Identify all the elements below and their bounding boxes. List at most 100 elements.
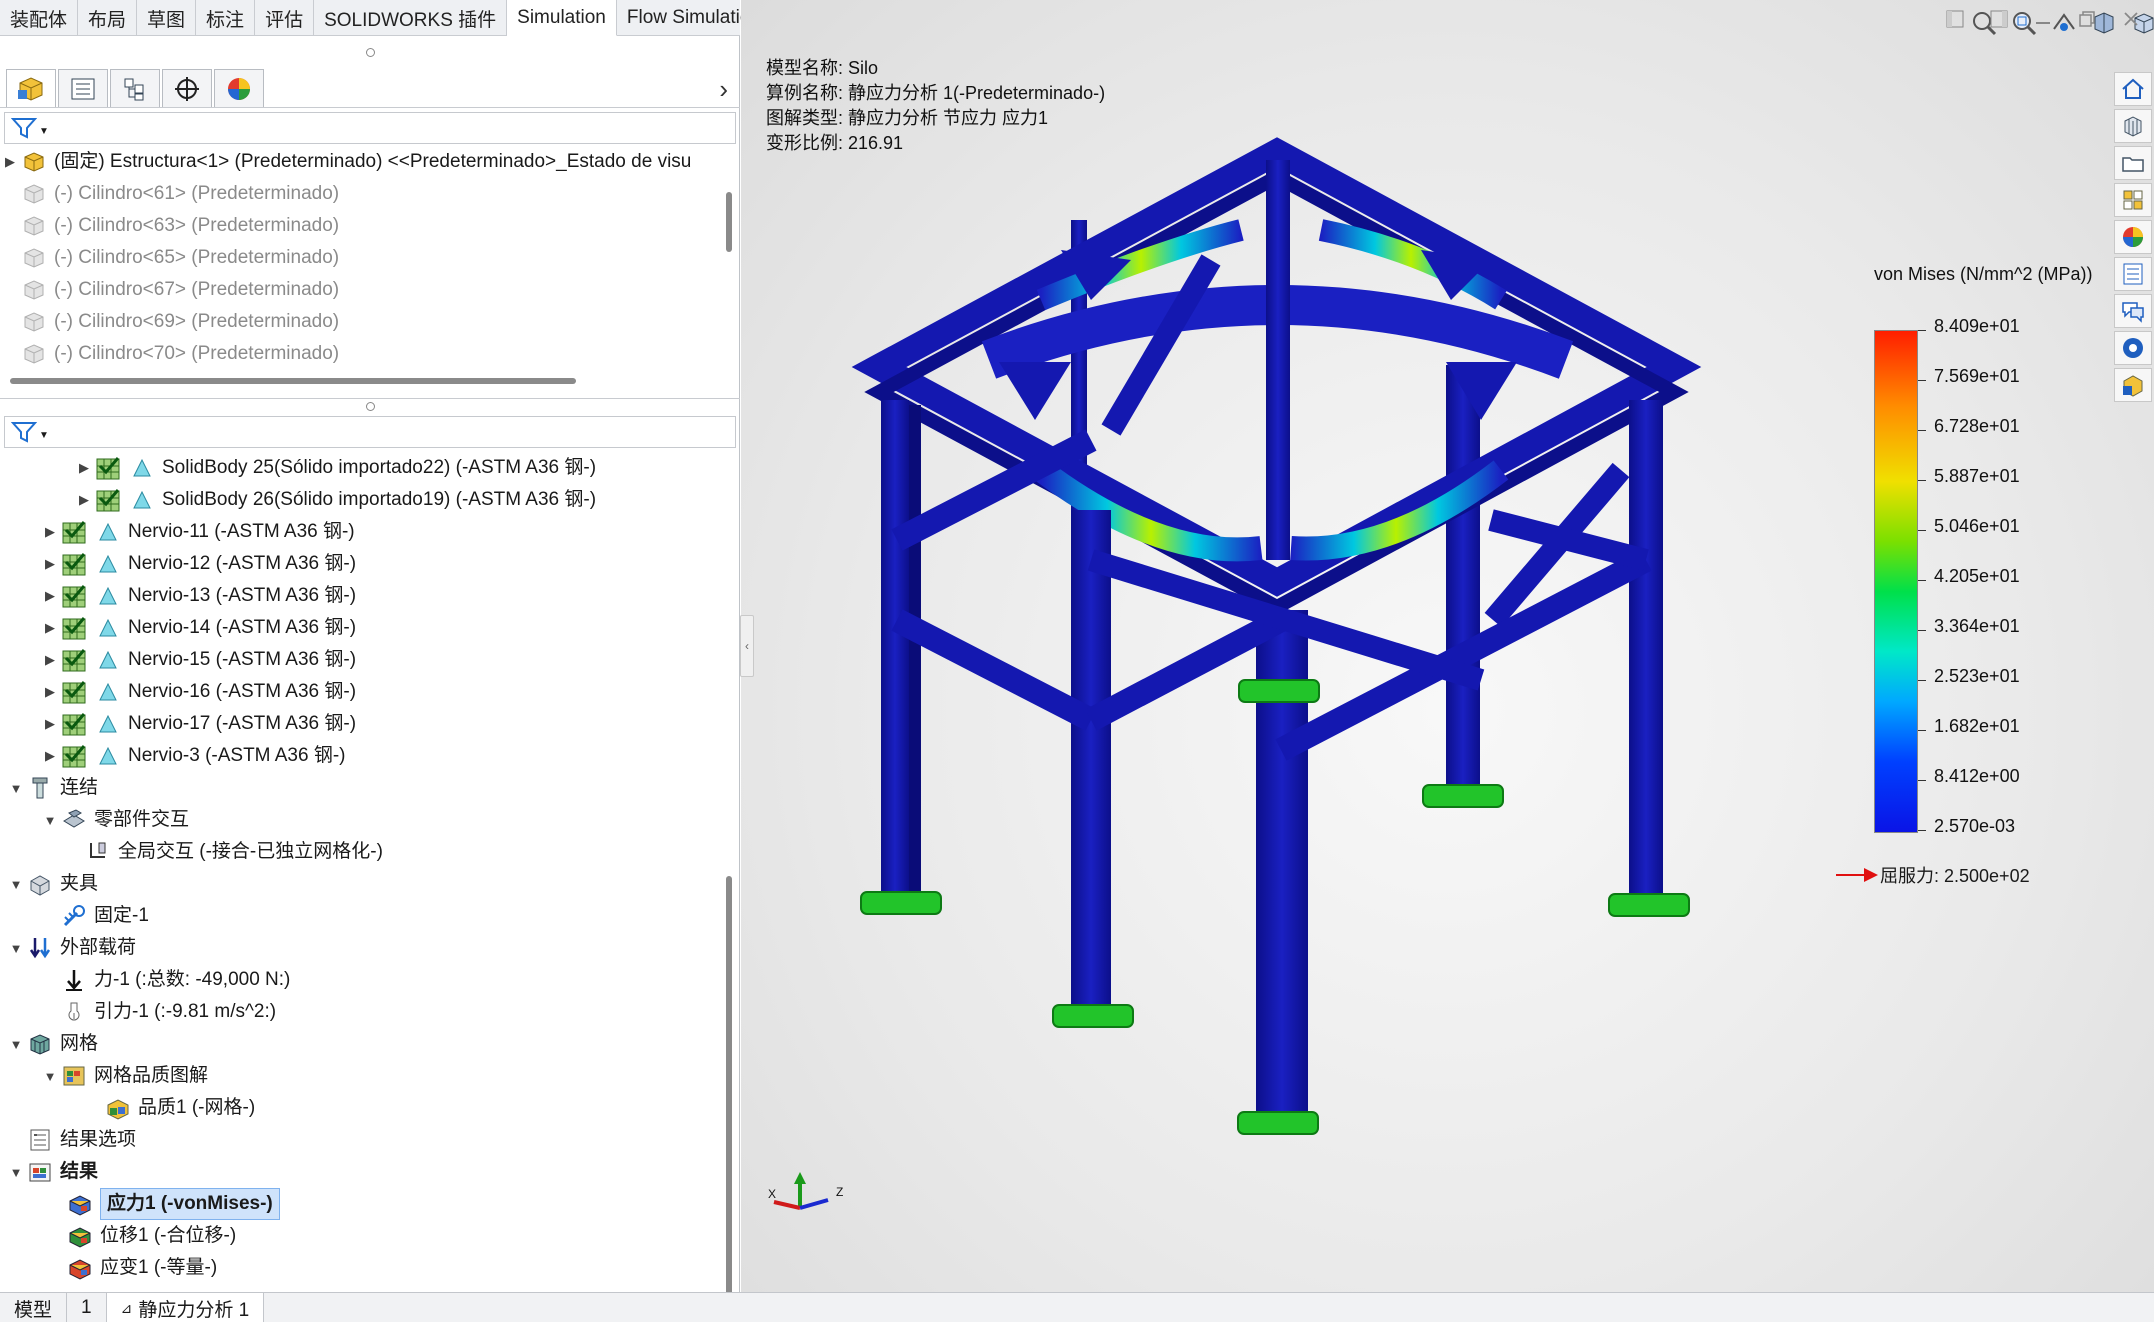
tree-item-label: (-) Cilindro<61> (Predeterminado) bbox=[54, 183, 340, 204]
tab-layout[interactable]: 布局 bbox=[78, 0, 138, 36]
design-library-icon[interactable] bbox=[2114, 109, 2152, 143]
von-mises-color-bar[interactable] bbox=[1874, 330, 1918, 833]
configuration-tab[interactable] bbox=[110, 69, 160, 107]
tree-item-fixtures[interactable]: ▼ 夹具 bbox=[6, 868, 98, 900]
chevron-right-icon[interactable]: › bbox=[719, 74, 728, 105]
tree-item-connections[interactable]: ▼ 连结 bbox=[6, 772, 98, 804]
tree-item-gravity-1[interactable]: 引力-1 (:-9.81 m/s^2:) bbox=[60, 996, 276, 1028]
tab-addins[interactable]: SOLIDWORKS 插件 bbox=[314, 0, 508, 36]
tree-item-solidbody-25[interactable]: ▶ SolidBody 25(Sólido importado22) (-AST… bbox=[74, 452, 596, 484]
tree-item-nervio-14[interactable]: ▶ Nervio-14 (-ASTM A36 钢-) bbox=[40, 612, 356, 644]
tree-item-external-loads[interactable]: ▼ 外部载荷 bbox=[6, 932, 136, 964]
appearances-icon[interactable] bbox=[2114, 220, 2152, 254]
tab-static-study[interactable]: ⊿ 静应力分析 1 bbox=[106, 1293, 265, 1322]
tab-assembly[interactable]: 装配体 bbox=[0, 0, 79, 36]
tree-item-cilindro-69[interactable]: (-) Cilindro<69> (Predeterminado) bbox=[0, 306, 339, 338]
force-arrow-icon bbox=[60, 966, 88, 994]
expand-arrow-icon[interactable]: ▶ bbox=[40, 652, 60, 668]
collapse-arrow-icon[interactable]: ▼ bbox=[40, 1069, 60, 1084]
top-tree-vertical-scrollbar[interactable] bbox=[726, 192, 732, 252]
expand-arrow-icon[interactable]: ▶ bbox=[74, 492, 94, 508]
triad-z-label: Z bbox=[836, 1185, 843, 1199]
tree-item-mesh-quality-plot[interactable]: ▼ 网格品质图解 bbox=[40, 1060, 208, 1092]
expand-arrow-icon[interactable]: ▶ bbox=[40, 524, 60, 540]
top-tree-horizontal-scrollbar[interactable] bbox=[10, 378, 576, 384]
simulation-advisor-icon[interactable] bbox=[2114, 331, 2152, 365]
panel-grip-top[interactable] bbox=[0, 44, 740, 60]
tree-item-nervio-12[interactable]: ▶ Nervio-12 (-ASTM A36 钢-) bbox=[40, 548, 356, 580]
simulation-tree-filter[interactable]: ▼ bbox=[4, 416, 736, 448]
expand-arrow-icon[interactable]: ▶ bbox=[40, 684, 60, 700]
tree-item-strain-1[interactable]: 应变1 (-等量-) bbox=[66, 1252, 217, 1284]
simulation-tree-vertical-scrollbar[interactable] bbox=[726, 876, 732, 1301]
expand-arrow-icon[interactable]: ▶ bbox=[0, 154, 20, 170]
tree-item-mesh[interactable]: ▼ 网格 bbox=[6, 1028, 98, 1060]
collapse-arrow-icon[interactable]: ▼ bbox=[6, 877, 26, 892]
collapse-arrow-icon[interactable]: ▼ bbox=[6, 1037, 26, 1052]
expand-arrow-icon[interactable]: ▶ bbox=[40, 620, 60, 636]
tab-simulation[interactable]: Simulation bbox=[507, 0, 617, 36]
view-palette-icon[interactable] bbox=[2114, 183, 2152, 217]
tree-item-component-interactions[interactable]: ▼ 零部件交互 bbox=[40, 804, 189, 836]
tree-item-cilindro-67[interactable]: (-) Cilindro<67> (Predeterminado) bbox=[0, 274, 339, 306]
feature-tree-tab[interactable] bbox=[6, 69, 56, 107]
tree-item-force-1[interactable]: 力-1 (:总数: -49,000 N:) bbox=[60, 964, 290, 996]
collapse-arrow-icon[interactable]: ▼ bbox=[6, 781, 26, 796]
tree-item-cilindro-65[interactable]: (-) Cilindro<65> (Predeterminado) bbox=[0, 242, 339, 274]
tree-item-label: Nervio-12 (-ASTM A36 钢-) bbox=[128, 553, 357, 574]
tab-model[interactable]: 模型 bbox=[0, 1293, 68, 1322]
close-icon[interactable] bbox=[2118, 6, 2144, 32]
tree-item-nervio-3[interactable]: ▶ Nervio-3 (-ASTM A36 钢-) bbox=[40, 740, 345, 772]
dimxpert-tab[interactable] bbox=[162, 69, 212, 107]
minimize-icon[interactable] bbox=[2030, 6, 2056, 32]
collapse-arrow-icon[interactable]: ▼ bbox=[6, 1165, 26, 1180]
tree-item-cilindro-63[interactable]: (-) Cilindro<63> (Predeterminado) bbox=[0, 210, 339, 242]
home-icon[interactable] bbox=[2114, 72, 2152, 106]
maximize-icon[interactable] bbox=[2074, 6, 2100, 32]
tab-markup[interactable]: 标注 bbox=[196, 0, 256, 36]
tab-motion-study[interactable]: 1 bbox=[67, 1293, 107, 1322]
collapse-arrow-icon[interactable]: ▼ bbox=[6, 941, 26, 956]
forum-icon[interactable] bbox=[2114, 294, 2152, 328]
custom-properties-icon[interactable] bbox=[2114, 257, 2152, 291]
tree-item-global-interaction[interactable]: 全局交互 (-接合-已独立网格化-) bbox=[84, 836, 383, 868]
expand-arrow-icon[interactable]: ▶ bbox=[40, 556, 60, 572]
property-manager-tab[interactable] bbox=[58, 69, 108, 107]
tree-item-cilindro-61[interactable]: (-) Cilindro<61> (Predeterminado) bbox=[0, 178, 339, 210]
file-explorer-icon[interactable] bbox=[2114, 146, 2152, 180]
tree-item-estructura[interactable]: ▶ (固定) Estructura<1> (Predeterminado) <<… bbox=[0, 146, 691, 178]
restore-panel-icon[interactable] bbox=[1942, 6, 1968, 32]
collapse-arrow-icon[interactable]: ▼ bbox=[40, 813, 60, 828]
tree-item-nervio-16[interactable]: ▶ Nervio-16 (-ASTM A36 钢-) bbox=[40, 676, 356, 708]
expand-arrow-icon[interactable]: ▶ bbox=[74, 460, 94, 476]
tree-item-nervio-15[interactable]: ▶ Nervio-15 (-ASTM A36 钢-) bbox=[40, 644, 356, 676]
tree-item-cilindro-70[interactable]: (-) Cilindro<70> (Predeterminado) bbox=[0, 338, 339, 370]
tree-item-nervio-11[interactable]: ▶ Nervio-11 (-ASTM A36 钢-) bbox=[40, 516, 355, 548]
top-tree-filter[interactable]: ▼ bbox=[4, 112, 736, 144]
silo-stress-model[interactable] bbox=[741, 0, 2154, 1292]
tab-sketch[interactable]: 草图 bbox=[137, 0, 197, 36]
panel-collapse-handle[interactable]: ‹ bbox=[740, 615, 754, 677]
tile-panel-icon[interactable] bbox=[1986, 6, 2012, 32]
panel-splitter-grip[interactable] bbox=[0, 398, 740, 414]
tree-item-stress-1[interactable]: 应力1 (-vonMises-) bbox=[66, 1188, 280, 1220]
display-manager-tab[interactable] bbox=[214, 69, 264, 107]
tree-item-quality-1[interactable]: 品质1 (-网格-) bbox=[104, 1092, 255, 1124]
expand-arrow-icon[interactable]: ▶ bbox=[40, 748, 60, 764]
tree-item-result-options[interactable]: 结果选项 bbox=[26, 1124, 136, 1156]
tree-item-nervio-17[interactable]: ▶ Nervio-17 (-ASTM A36 钢-) bbox=[40, 708, 356, 740]
tree-item-solidbody-26[interactable]: ▶ SolidBody 26(Sólido importado19) (-AST… bbox=[74, 484, 596, 516]
assembly-tree: ▶ (固定) Estructura<1> (Predeterminado) <<… bbox=[0, 146, 720, 402]
graphics-viewport[interactable]: ▼ ▼ ▼ ▼ ▼ bbox=[741, 0, 2154, 1292]
study-tab-icon: ⊿ bbox=[120, 1299, 133, 1316]
tab-evaluate[interactable]: 评估 bbox=[255, 0, 315, 36]
solidworks-resources-icon[interactable] bbox=[2114, 368, 2152, 402]
tree-item-label: 应力1 (-vonMises-) bbox=[100, 1188, 280, 1220]
expand-arrow-icon[interactable]: ▶ bbox=[40, 588, 60, 604]
tree-item-displacement-1[interactable]: 位移1 (-合位移-) bbox=[66, 1220, 236, 1252]
tree-item-results[interactable]: ▼ 结果 bbox=[6, 1156, 98, 1188]
study-tab-label: 静应力分析 1 bbox=[138, 1299, 250, 1321]
expand-arrow-icon[interactable]: ▶ bbox=[40, 716, 60, 732]
tree-item-nervio-13[interactable]: ▶ Nervio-13 (-ASTM A36 钢-) bbox=[40, 580, 356, 612]
tree-item-fixed-1[interactable]: 固定-1 bbox=[60, 900, 149, 932]
